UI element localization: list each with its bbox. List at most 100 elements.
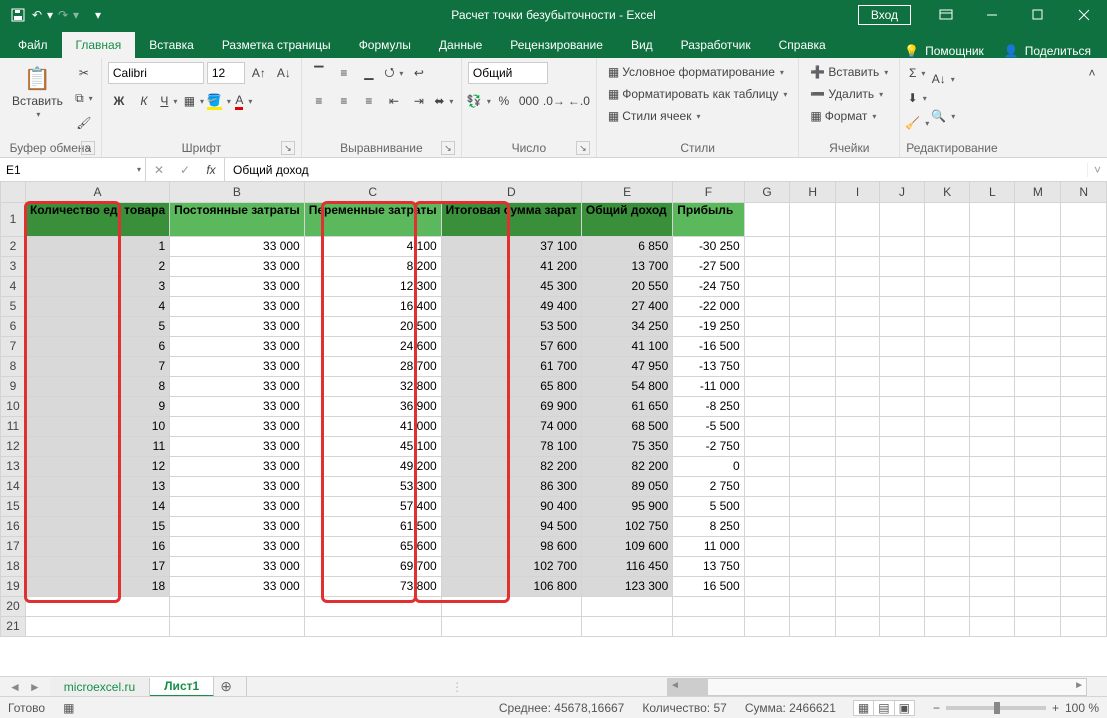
- cell[interactable]: [970, 576, 1015, 596]
- cell[interactable]: -27 500: [673, 256, 744, 276]
- cell[interactable]: 57 400: [304, 496, 441, 516]
- cell[interactable]: 109 600: [581, 536, 672, 556]
- decrease-decimal-button[interactable]: ←.0: [568, 90, 590, 112]
- cell[interactable]: Постоянные затраты: [170, 202, 305, 236]
- cell[interactable]: 54 800: [581, 376, 672, 396]
- cell[interactable]: 89 050: [581, 476, 672, 496]
- cell[interactable]: [1015, 376, 1061, 396]
- cell[interactable]: [1015, 202, 1061, 236]
- row-header[interactable]: 7: [1, 336, 26, 356]
- row-header[interactable]: 13: [1, 456, 26, 476]
- clear-button[interactable]: 🧹▾: [906, 112, 928, 134]
- cell[interactable]: [744, 276, 790, 296]
- cell[interactable]: 20 500: [304, 316, 441, 336]
- cell[interactable]: [880, 396, 925, 416]
- cell[interactable]: [1015, 256, 1061, 276]
- cell[interactable]: [880, 336, 925, 356]
- cell[interactable]: 41 000: [304, 416, 441, 436]
- col-header[interactable]: L: [970, 182, 1015, 202]
- cell[interactable]: [744, 616, 790, 636]
- cell[interactable]: [1061, 436, 1107, 456]
- decrease-font-button[interactable]: A↓: [273, 62, 295, 84]
- cell[interactable]: 16: [25, 536, 169, 556]
- cell[interactable]: 5: [25, 316, 169, 336]
- cell[interactable]: 82 200: [581, 456, 672, 476]
- cell[interactable]: [880, 356, 925, 376]
- cell[interactable]: [1015, 596, 1061, 616]
- cell-styles-button[interactable]: ▦Стили ячеек▾: [603, 106, 706, 126]
- copy-button[interactable]: ⧉▾: [73, 87, 95, 109]
- cell[interactable]: -13 750: [673, 356, 744, 376]
- cell[interactable]: [924, 356, 969, 376]
- cell[interactable]: [1015, 496, 1061, 516]
- fx-icon[interactable]: fx: [198, 163, 224, 177]
- cell[interactable]: [924, 336, 969, 356]
- cell[interactable]: [1061, 456, 1107, 476]
- cell[interactable]: -22 000: [673, 296, 744, 316]
- cell[interactable]: [970, 296, 1015, 316]
- merge-button[interactable]: ⬌▾: [433, 90, 455, 112]
- cell[interactable]: [744, 376, 790, 396]
- cell[interactable]: -11 000: [673, 376, 744, 396]
- expand-formula-icon[interactable]: ˅: [1087, 163, 1107, 177]
- cell[interactable]: [304, 616, 441, 636]
- cell[interactable]: Итоговая сумма зарат: [441, 202, 581, 236]
- cell[interactable]: [836, 236, 880, 256]
- cell[interactable]: 8 250: [673, 516, 744, 536]
- cell[interactable]: 33 000: [170, 356, 305, 376]
- underline-button[interactable]: Ч▾: [158, 90, 180, 112]
- qat-customize-icon[interactable]: ▾: [86, 3, 110, 27]
- cell[interactable]: [744, 296, 790, 316]
- cell[interactable]: 53 300: [304, 476, 441, 496]
- cell[interactable]: [1061, 556, 1107, 576]
- cell[interactable]: 33 000: [170, 556, 305, 576]
- row-header[interactable]: 10: [1, 396, 26, 416]
- cell[interactable]: 16 400: [304, 296, 441, 316]
- cell[interactable]: [790, 256, 836, 276]
- tab-Разработчик[interactable]: Разработчик: [667, 32, 765, 58]
- cell[interactable]: 18: [25, 576, 169, 596]
- cell[interactable]: [880, 496, 925, 516]
- cell[interactable]: 65 600: [304, 536, 441, 556]
- cell[interactable]: 78 100: [441, 436, 581, 456]
- cell[interactable]: [970, 416, 1015, 436]
- cell[interactable]: 33 000: [170, 496, 305, 516]
- cell[interactable]: [744, 496, 790, 516]
- row-header[interactable]: 5: [1, 296, 26, 316]
- cell[interactable]: 33 000: [170, 256, 305, 276]
- save-icon[interactable]: [6, 3, 30, 27]
- cell[interactable]: [880, 202, 925, 236]
- cell[interactable]: [790, 576, 836, 596]
- cell[interactable]: 4 100: [304, 236, 441, 256]
- cell[interactable]: [924, 456, 969, 476]
- cell[interactable]: 75 350: [581, 436, 672, 456]
- cell[interactable]: [924, 276, 969, 296]
- cell[interactable]: [836, 356, 880, 376]
- cell[interactable]: 33 000: [170, 416, 305, 436]
- cell[interactable]: 2: [25, 256, 169, 276]
- cell[interactable]: 27 400: [581, 296, 672, 316]
- cell[interactable]: 106 800: [441, 576, 581, 596]
- cell[interactable]: 74 000: [441, 416, 581, 436]
- font-name-combo[interactable]: [108, 62, 204, 84]
- cell[interactable]: [1061, 536, 1107, 556]
- cell[interactable]: 33 000: [170, 536, 305, 556]
- col-header[interactable]: E: [581, 182, 672, 202]
- cell[interactable]: 2 750: [673, 476, 744, 496]
- dialog-launcher-icon[interactable]: ↘: [441, 141, 455, 155]
- cell[interactable]: 12 300: [304, 276, 441, 296]
- cell[interactable]: 33 000: [170, 476, 305, 496]
- cell[interactable]: Прибыль: [673, 202, 744, 236]
- cell[interactable]: [970, 202, 1015, 236]
- cell[interactable]: 95 900: [581, 496, 672, 516]
- cell[interactable]: [1061, 336, 1107, 356]
- select-all-corner[interactable]: [1, 182, 26, 202]
- cell[interactable]: 24 600: [304, 336, 441, 356]
- cell[interactable]: [880, 276, 925, 296]
- cell[interactable]: [880, 576, 925, 596]
- row-header[interactable]: 16: [1, 516, 26, 536]
- cell[interactable]: [170, 616, 305, 636]
- cell[interactable]: [880, 416, 925, 436]
- cell[interactable]: [924, 476, 969, 496]
- cell[interactable]: Общий доход: [581, 202, 672, 236]
